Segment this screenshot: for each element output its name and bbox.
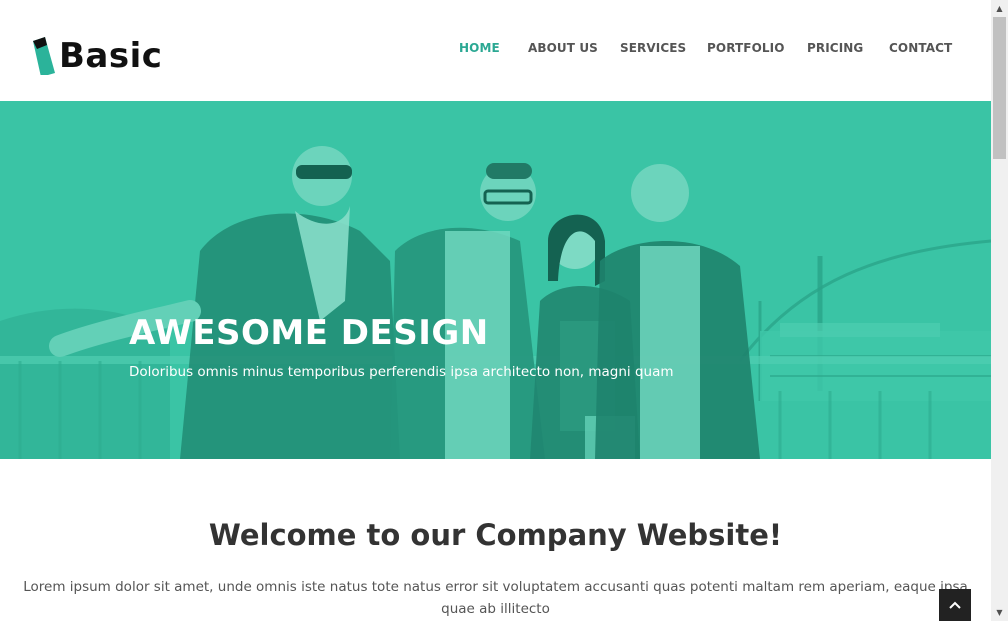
hero-subtitle: Doloribus omnis minus temporibus perfere… [129, 364, 674, 380]
nav-item-home[interactable]: HOME [459, 41, 500, 55]
chevron-up-icon [949, 601, 961, 609]
hero-banner: AWESOME DESIGN Doloribus omnis minus tem… [0, 101, 991, 459]
scroll-up-arrow-icon[interactable]: ▲ [991, 0, 1008, 17]
main-nav: HOME ABOUT US SERVICES PORTFOLIO PRICING… [0, 41, 991, 59]
scroll-down-arrow-icon[interactable]: ▼ [991, 604, 1008, 621]
nav-item-contact[interactable]: CONTACT [889, 41, 952, 55]
hero-photo [0, 101, 991, 459]
nav-item-about-us[interactable]: ABOUT US [528, 41, 598, 55]
vertical-scrollbar[interactable]: ▲ ▼ [991, 0, 1008, 621]
nav-item-portfolio[interactable]: PORTFOLIO [707, 41, 785, 55]
site-header: Basic HOME ABOUT US SERVICES PORTFOLIO P… [0, 0, 991, 101]
back-to-top-button[interactable] [939, 589, 971, 621]
nav-item-pricing[interactable]: PRICING [807, 41, 863, 55]
scrollbar-thumb[interactable] [993, 17, 1006, 159]
welcome-text: Lorem ipsum dolor sit amet, unde omnis i… [23, 579, 968, 617]
hero-title: AWESOME DESIGN [129, 313, 489, 353]
welcome-heading: Welcome to our Company Website! [208, 518, 783, 552]
nav-item-services[interactable]: SERVICES [620, 41, 686, 55]
